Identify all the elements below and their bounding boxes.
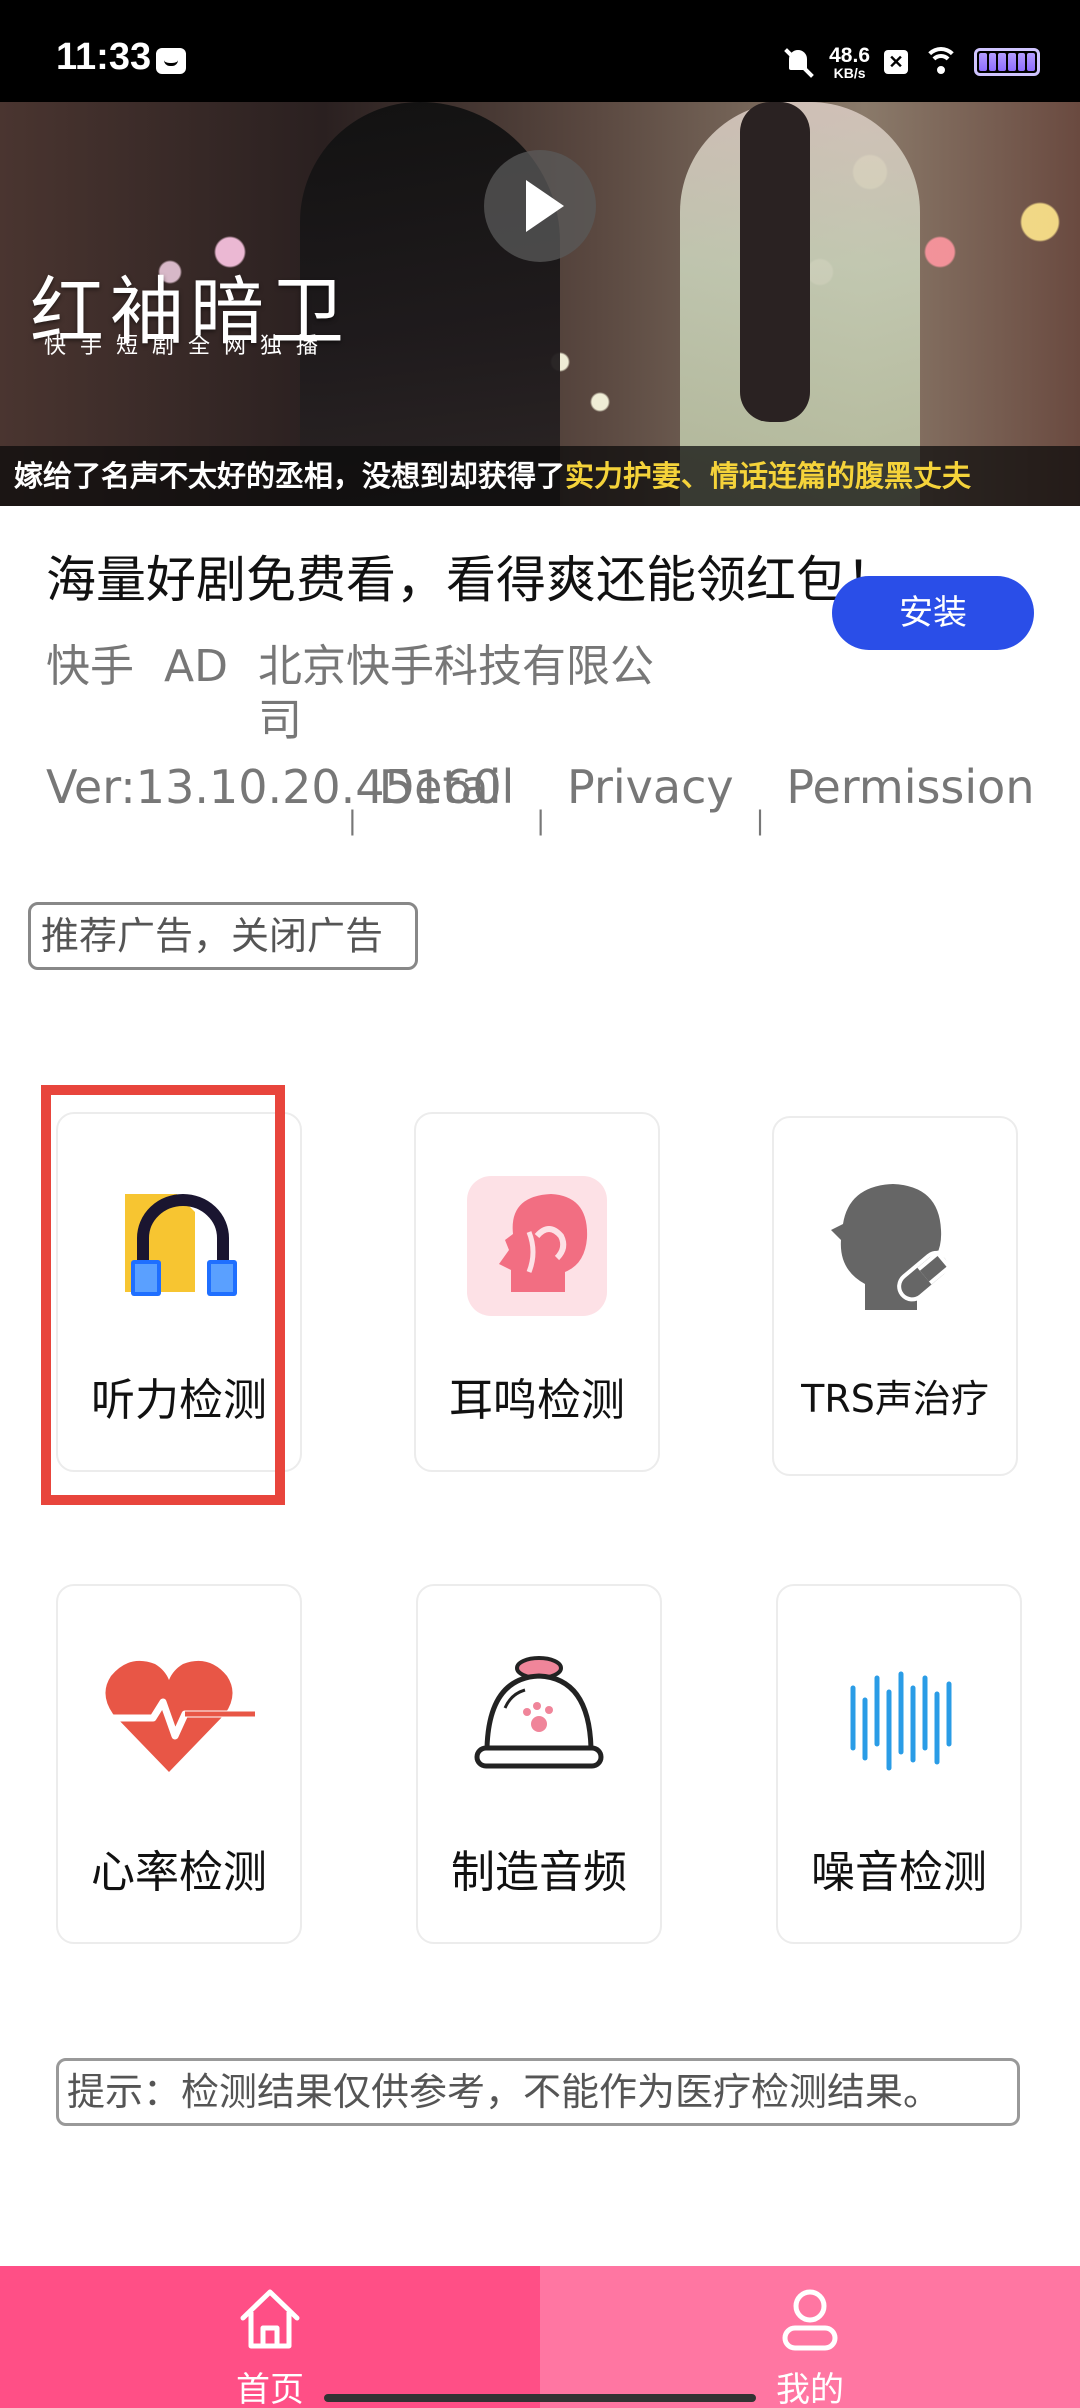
heart-rate-icon bbox=[105, 1660, 255, 1772]
tinnitus-icon bbox=[467, 1176, 607, 1316]
bottom-navigation: 首页 我的 bbox=[0, 2266, 1080, 2408]
privacy-link[interactable]: Privacy bbox=[567, 760, 734, 814]
close-ad-button[interactable]: 推荐广告，关闭广告 bbox=[28, 902, 418, 970]
status-icons: 48.6 KB/s ✕ bbox=[783, 42, 1040, 82]
ad-video-banner[interactable]: 红袖暗卫 快手短剧全网独播 嫁给了名声不太好的丞相，没想到却获得了实力护妻、情话… bbox=[0, 102, 1080, 506]
nav-mine[interactable]: 我的 bbox=[540, 2266, 1080, 2408]
install-button[interactable]: 安装 bbox=[832, 576, 1034, 650]
detail-link[interactable]: Detail bbox=[379, 760, 515, 814]
separator: | bbox=[755, 806, 765, 836]
feature-card-heart-rate[interactable]: 心率检测 bbox=[56, 1584, 302, 1944]
feature-card-trs-therapy[interactable]: TRS声治疗 bbox=[772, 1116, 1018, 1476]
feature-label: 噪音检测 bbox=[811, 1847, 987, 1898]
feature-card-make-audio[interactable]: 制造音频 bbox=[416, 1584, 662, 1944]
disclaimer-notice: 提示：检测结果仅供参考，不能作为医疗检测结果。 bbox=[56, 2058, 1020, 2126]
ad-video-caption: 嫁给了名声不太好的丞相，没想到却获得了实力护妻、情话连篇的腹黑丈夫 bbox=[0, 446, 1080, 506]
message-notification-icon bbox=[156, 48, 186, 74]
feature-card-noise-test[interactable]: 噪音检测 bbox=[776, 1584, 1022, 1944]
permission-link[interactable]: Permission bbox=[786, 760, 1034, 814]
separator: | bbox=[536, 806, 546, 836]
ad-app-name: 快手 bbox=[46, 641, 134, 692]
ad-version: Ver:13.10.20.45160 bbox=[46, 760, 502, 814]
status-bar: 11:33 48.6 KB/s ✕ bbox=[0, 0, 1080, 102]
sound-therapy-icon bbox=[831, 1184, 953, 1310]
nav-home[interactable]: 首页 bbox=[0, 2266, 540, 2408]
feature-label: 耳鸣检测 bbox=[449, 1375, 625, 1426]
play-icon[interactable] bbox=[484, 150, 596, 262]
network-speed: 48.6 KB/s bbox=[829, 45, 870, 80]
cloche-icon bbox=[474, 1656, 604, 1769]
separator: | bbox=[348, 806, 357, 836]
ad-source-info: 快手 AD 北京快手科技有限公司 bbox=[46, 640, 746, 748]
gesture-bar[interactable] bbox=[324, 2394, 756, 2402]
ad-company: 北京快手科技有限公司 bbox=[257, 641, 654, 746]
ad-meta-links: Ver:13.10.20.45160 | Detail | Privacy | … bbox=[46, 760, 1046, 848]
feature-label: 制造音频 bbox=[451, 1847, 627, 1898]
x-app-icon: ✕ bbox=[884, 50, 908, 74]
ad-scene-figure-hair bbox=[740, 102, 810, 422]
selection-highlight-box bbox=[41, 1085, 285, 1505]
ad-caption-highlight: 实力护妻、情话连篇的腹黑丈夫 bbox=[565, 459, 972, 493]
status-time: 11:33 bbox=[56, 36, 152, 78]
network-speed-unit: KB/s bbox=[833, 64, 866, 81]
sound-wave-icon bbox=[850, 1671, 952, 1771]
network-speed-value: 48.6 bbox=[829, 43, 870, 67]
user-icon bbox=[782, 2289, 838, 2351]
feature-label: 心率检测 bbox=[91, 1847, 267, 1898]
ad-caption-text: 嫁给了名声不太好的丞相，没想到却获得了 bbox=[14, 459, 566, 493]
wifi-icon bbox=[922, 47, 960, 77]
home-icon bbox=[240, 2289, 300, 2349]
battery-icon bbox=[974, 48, 1040, 76]
feature-card-tinnitus[interactable]: 耳鸣检测 bbox=[414, 1112, 660, 1472]
ad-tag: AD bbox=[164, 641, 228, 692]
feature-label: TRS声治疗 bbox=[801, 1377, 989, 1421]
mute-icon bbox=[783, 46, 815, 78]
drama-subtitle: 快手短剧全网独播 bbox=[44, 334, 333, 359]
